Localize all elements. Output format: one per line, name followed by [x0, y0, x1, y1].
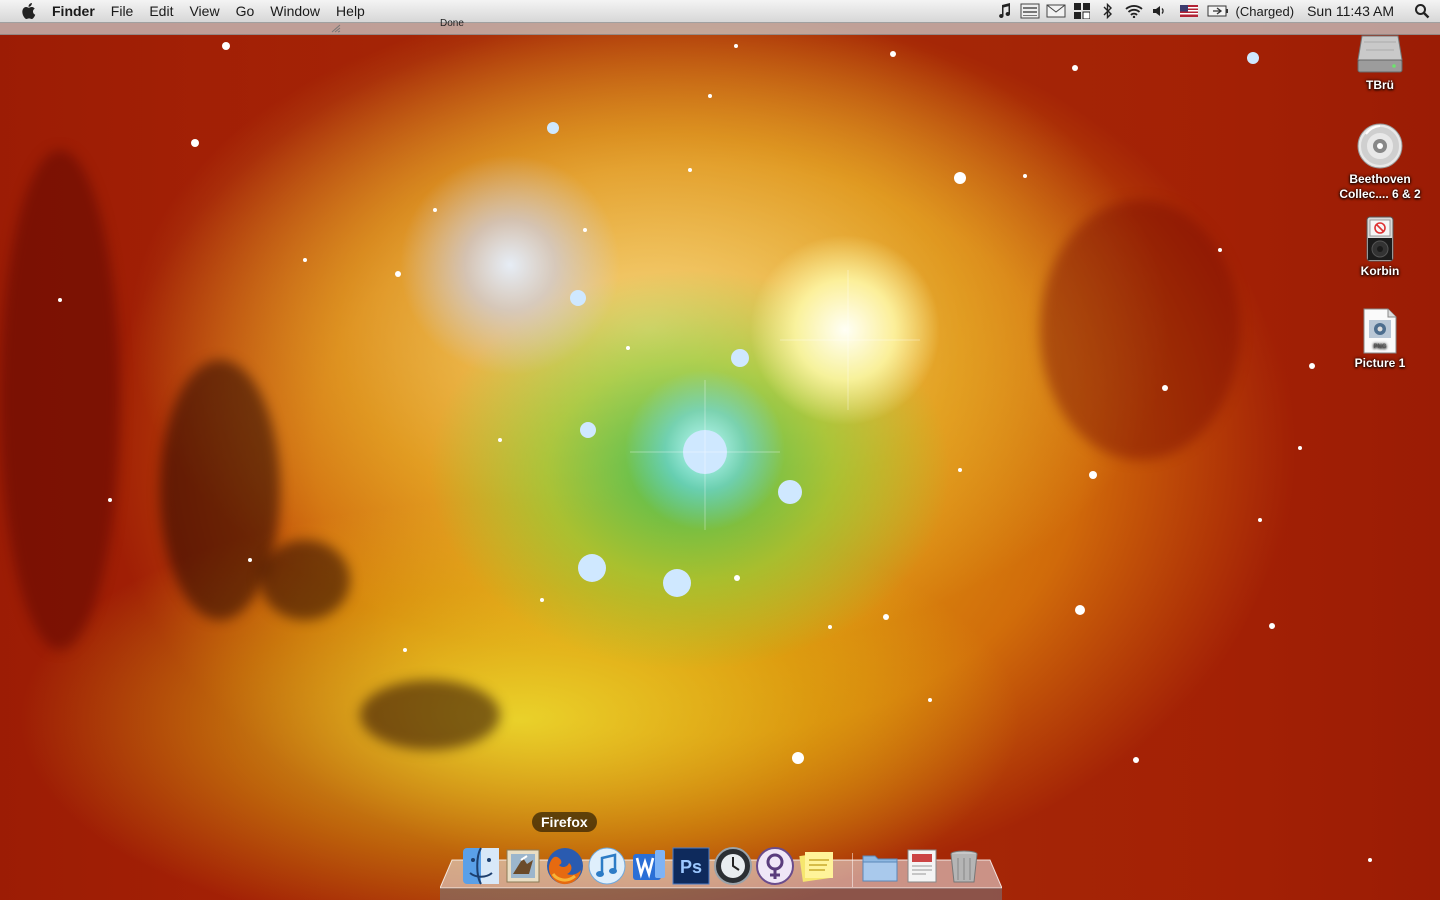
png-file-icon: PNG: [1363, 308, 1397, 354]
menubar-clock[interactable]: Sun 11:43 AM: [1299, 3, 1404, 19]
apple-menu-icon[interactable]: [18, 1, 38, 21]
dock-preview-icon[interactable]: [902, 846, 942, 886]
desktop-icon-label: Korbin: [1360, 264, 1400, 278]
desktop-icon-cd[interactable]: Beethoven Collec.... 6 & 2: [1330, 122, 1430, 202]
svg-text:PNG: PNG: [1373, 344, 1386, 350]
dock-adium-icon[interactable]: [755, 846, 795, 886]
status-strip: [0, 23, 1440, 35]
spotlight-search-icon[interactable]: [1404, 0, 1440, 22]
menu-extras: (Charged) Sun 11:43 AM: [991, 0, 1440, 22]
resize-grip-icon[interactable]: [330, 24, 342, 33]
wifi-icon[interactable]: [1121, 0, 1147, 22]
menu-help[interactable]: Help: [328, 0, 373, 22]
mail-icon[interactable]: [1043, 0, 1069, 22]
menu-file[interactable]: File: [103, 0, 142, 22]
desktop-icon-label: TBrü: [1366, 78, 1394, 92]
menu-app-name[interactable]: Finder: [52, 0, 103, 22]
dock-trash-icon[interactable]: [944, 846, 984, 886]
menu-view[interactable]: View: [181, 0, 227, 22]
desktop-icon-label: Beethoven Collec.... 6 & 2: [1339, 172, 1421, 201]
battery-status[interactable]: (Charged): [1231, 4, 1300, 19]
dock-divider: [852, 853, 853, 887]
menu-bar: Finder File Edit View Go Window Help (Ch…: [0, 0, 1440, 23]
dock-stickies-icon[interactable]: [797, 846, 837, 886]
volume-icon[interactable]: [1147, 0, 1173, 22]
desktop-icon-hard-drive[interactable]: TBrü: [1330, 30, 1430, 93]
dock-photoshop-icon[interactable]: Ps: [671, 846, 711, 886]
dock-time-machine-icon[interactable]: [713, 846, 753, 886]
dock-mail-icon[interactable]: [503, 846, 543, 886]
menu-go[interactable]: Go: [228, 0, 263, 22]
dock-itunes-icon[interactable]: [587, 846, 627, 886]
desktop-icon-label: Picture 1: [1354, 356, 1406, 370]
dock-finder-icon[interactable]: [461, 846, 501, 886]
spaces-icon[interactable]: [1069, 0, 1095, 22]
menu-window[interactable]: Window: [262, 0, 328, 22]
dock-documents-folder-icon[interactable]: [860, 846, 900, 886]
desktop-icon-picture[interactable]: PNG Picture 1: [1330, 308, 1430, 371]
dock-word-icon[interactable]: [629, 846, 669, 886]
battery-icon[interactable]: [1205, 0, 1231, 22]
hard-drive-icon: [1357, 35, 1403, 73]
cd-icon: [1357, 123, 1403, 169]
bluetooth-icon[interactable]: [1095, 0, 1121, 22]
status-strip-label: Done: [440, 18, 464, 29]
us-flag-icon[interactable]: [1173, 0, 1205, 22]
dock-tooltip: Firefox: [532, 812, 597, 832]
svg-text:Ps: Ps: [680, 857, 702, 877]
menu-edit[interactable]: Edit: [141, 0, 181, 22]
dock-firefox-icon[interactable]: [545, 846, 585, 886]
ipod-icon: [1366, 216, 1394, 262]
desktop-icon-ipod[interactable]: Korbin: [1330, 216, 1430, 279]
star-field: [58, 42, 1372, 862]
music-note-icon[interactable]: [991, 0, 1017, 22]
keyboard-viewer-icon[interactable]: [1017, 0, 1043, 22]
